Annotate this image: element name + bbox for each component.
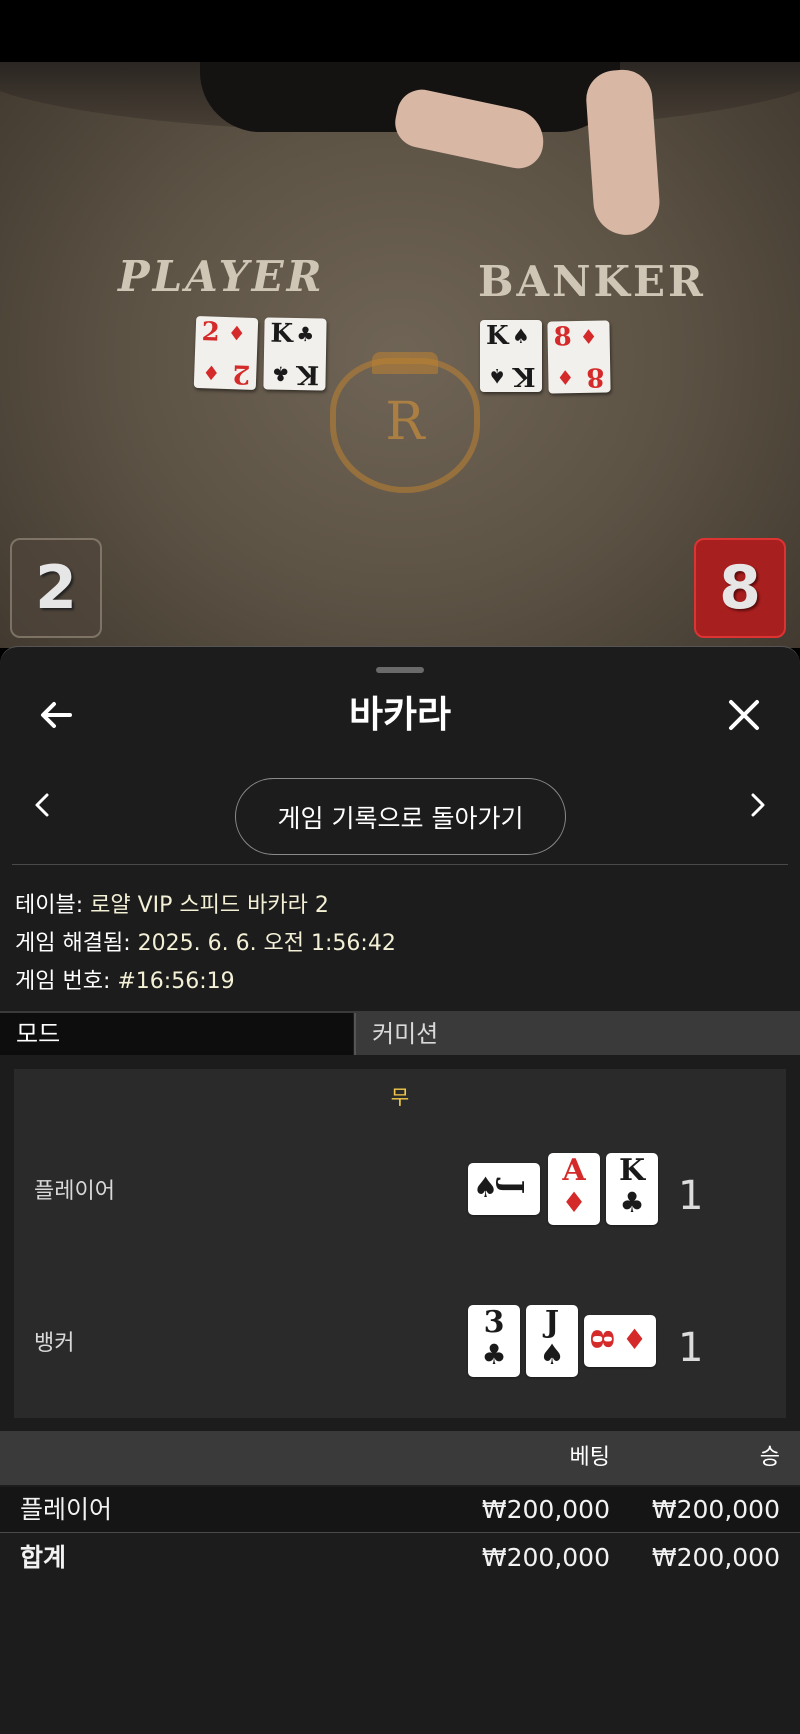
next-game-button[interactable] xyxy=(738,785,778,825)
banker-score-badge: 8 xyxy=(694,538,786,638)
table-player-label: PLAYER xyxy=(118,252,325,301)
banker-hand-label: 뱅커 xyxy=(34,1331,75,1356)
previous-game-button[interactable] xyxy=(22,785,62,825)
total-bet-amount: ₩200,000 xyxy=(481,1543,610,1572)
player-hand-label: 플레이어 xyxy=(34,1179,115,1204)
mode-tabs: 모드 커미션 xyxy=(0,1011,800,1055)
panel-title: 바카라 xyxy=(348,693,452,736)
total-win-amount: ₩200,000 xyxy=(651,1543,780,1572)
table-card-banker-2: 8 ♦ 8 ♦ xyxy=(547,320,611,394)
tab-mode[interactable]: 모드 xyxy=(0,1013,353,1055)
table-card-banker-1: K ♠ K ♠ xyxy=(480,320,542,392)
drag-handle[interactable] xyxy=(376,667,424,673)
dealer-right-hand xyxy=(584,67,662,238)
game-history-panel: 바카라 게임 기록으로 돌아가기 테이블: 로얄 VIP 스피드 바카라 2 게… xyxy=(0,646,800,1734)
table-crest-logo: R xyxy=(330,358,480,493)
win-amount: ₩200,000 xyxy=(651,1495,780,1524)
player-card-2: A ♦ xyxy=(548,1153,600,1225)
bet-column-header: 베팅 xyxy=(569,1445,610,1470)
player-card-3: K ♣ xyxy=(606,1153,658,1225)
table-banker-label: BANKER xyxy=(478,257,706,306)
table-row-total: 합계 ₩200,000 ₩200,000 xyxy=(0,1535,800,1581)
banker-card-2: J ♠ xyxy=(526,1305,578,1377)
game-number-info: 게임 번호: #16:56:19 xyxy=(15,969,235,994)
bets-table-header: 베팅 승 xyxy=(0,1431,800,1485)
chevron-left-icon xyxy=(35,793,49,817)
table-card-player-1: 2 ♦ 2 ♦ xyxy=(193,315,259,391)
table-info: 테이블: 로얄 VIP 스피드 바카라 2 xyxy=(15,893,329,918)
round-result: 무 플레이어 ♠ J A ♦ K ♣ 1 뱅커 3 ♣ J ♠ 8 ♦ 1 xyxy=(14,1069,786,1418)
player-card-1: ♠ J xyxy=(468,1163,540,1215)
player-hand-total: 1 xyxy=(678,1173,704,1219)
tab-commission[interactable]: 커미션 xyxy=(354,1013,800,1055)
divider xyxy=(12,864,788,865)
close-icon xyxy=(729,700,759,730)
bet-name: 플레이어 xyxy=(20,1495,113,1524)
video-top-bar xyxy=(0,0,800,62)
total-label: 합계 xyxy=(20,1543,67,1572)
bet-amount: ₩200,000 xyxy=(481,1495,610,1524)
banker-card-1: 3 ♣ xyxy=(468,1305,520,1377)
win-column-header: 승 xyxy=(759,1445,780,1470)
live-video-feed: PLAYER BANKER 2 ♦ 2 ♦ K ♣ K ♣ K ♠ K ♠ 8 ♦ 8 ♦ R … xyxy=(0,0,800,648)
chevron-right-icon xyxy=(751,793,765,817)
close-button[interactable] xyxy=(716,687,772,743)
player-score-badge: 2 xyxy=(10,538,102,638)
banker-hand-total: 1 xyxy=(678,1325,704,1371)
banker-card-3: 8 ♦ xyxy=(583,1315,656,1367)
table-card-player-2: K ♣ K ♣ xyxy=(263,317,327,391)
game-resolved-info: 게임 해결됨: 2025. 6. 6. 오전 1:56:42 xyxy=(15,931,396,956)
back-to-history-button[interactable]: 게임 기록으로 돌아가기 xyxy=(235,778,566,855)
table-row: 플레이어 ₩200,000 ₩200,000 xyxy=(0,1487,800,1533)
outcome-label: 무 xyxy=(390,1085,410,1109)
